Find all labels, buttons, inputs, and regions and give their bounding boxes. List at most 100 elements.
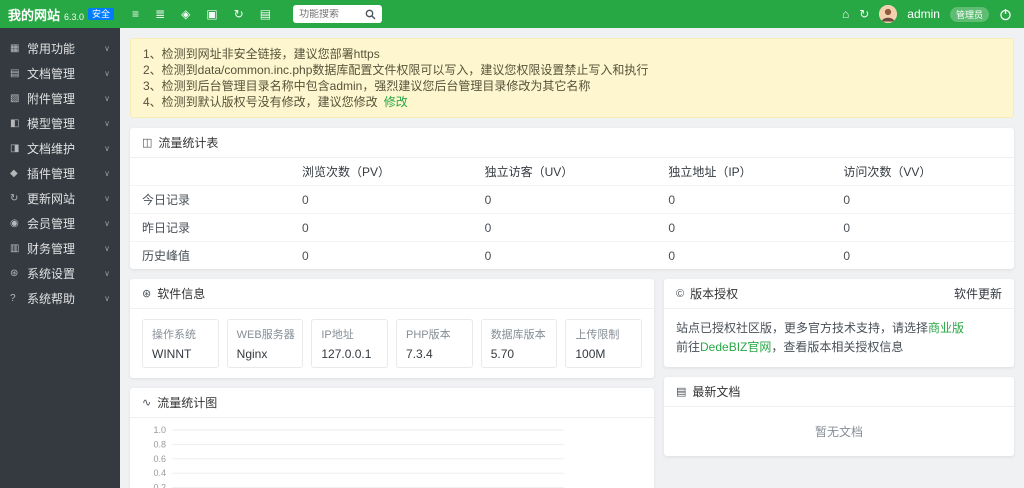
safe-badge[interactable]: 安全 xyxy=(88,8,114,21)
table-row: 今日记录0000 xyxy=(130,186,1014,214)
dedebiz-site-link[interactable]: DedeBIZ官网 xyxy=(700,340,771,354)
info-label: 上传限制 xyxy=(575,326,632,342)
help-icon: ? xyxy=(10,293,27,304)
latest-docs-card: ▤ 最新文档 暂无文档 xyxy=(664,377,1014,456)
license-card: © 版本授权 软件更新 站点已授权社区版，更多官方技术支持，请选择商业版 前往D… xyxy=(664,279,1014,367)
role-badge: 管理员 xyxy=(950,7,989,22)
refresh-icon[interactable]: ↻ xyxy=(234,7,244,21)
svg-text:0.8: 0.8 xyxy=(153,439,166,449)
docs-list-icon: ▤ xyxy=(676,385,686,398)
cell-value: 0 xyxy=(656,186,831,214)
sidebar-item-8[interactable]: ◉会员管理∨ xyxy=(0,211,120,236)
sidebar-item-3[interactable]: ▧附件管理∨ xyxy=(0,86,120,111)
traffic-chart: 1.00.80.60.40.20-0.2-0.4-0.6-0.8-1.0PVUV… xyxy=(136,422,646,488)
software-info-grid: 操作系统WINNTWEB服务器NginxIP地址127.0.0.1PHP版本7.… xyxy=(130,309,654,378)
chevron-down-icon: ∨ xyxy=(104,169,110,178)
cell-value: 0 xyxy=(473,186,657,214)
traffic-table-card: ◫ 流量统计表 浏览次数（PV）独立访客（UV）独立地址（IP）访问次数（VV）… xyxy=(130,128,1014,269)
column-header: 独立地址（IP） xyxy=(656,158,831,186)
info-value: Nginx xyxy=(237,347,294,361)
cell-value: 0 xyxy=(473,242,657,270)
cell-value: 0 xyxy=(290,186,473,214)
card-title: 版本授权 xyxy=(690,285,738,302)
topbar-left-icons: ≡ ≣ ◈ ▣ ↻ ▤ xyxy=(120,7,283,21)
software-info-item: 数据库版本5.70 xyxy=(481,319,558,368)
software-info-header: ⊛ 软件信息 xyxy=(130,279,654,309)
table-row: 昨日记录0000 xyxy=(130,214,1014,242)
brand[interactable]: 我的网站 6.3.0 安全 xyxy=(0,5,120,24)
chevron-down-icon: ∨ xyxy=(104,94,110,103)
table-row: 历史峰值0000 xyxy=(130,242,1014,270)
info-value: 127.0.0.1 xyxy=(321,347,378,361)
text: 前往 xyxy=(676,340,700,354)
sidebar-item-5[interactable]: ◨文档维护∨ xyxy=(0,136,120,161)
license-body: 站点已授权社区版，更多官方技术支持，请选择商业版 前往DedeBIZ官网，查看版… xyxy=(664,309,1014,367)
sidebar-item-label: 系统帮助 xyxy=(27,290,104,307)
maintain-icon: ◨ xyxy=(10,143,27,154)
latest-docs-header: ▤ 最新文档 xyxy=(664,377,1014,407)
sidebar-item-4[interactable]: ◧模型管理∨ xyxy=(0,111,120,136)
license-title-group: © 版本授权 xyxy=(676,285,738,302)
sidebar-item-2[interactable]: ▤文档管理∨ xyxy=(0,61,120,86)
text: 站点已授权社区版，更多官方技术支持，请选择 xyxy=(676,321,928,335)
right-column: © 版本授权 软件更新 站点已授权社区版，更多官方技术支持，请选择商业版 前往D… xyxy=(664,269,1014,456)
reload-icon[interactable]: ↻ xyxy=(859,7,869,21)
avatar[interactable] xyxy=(879,5,897,23)
tags-icon[interactable]: ◈ xyxy=(181,7,190,21)
home-icon[interactable]: ⌂ xyxy=(842,7,849,21)
attachment-icon: ▧ xyxy=(10,93,27,104)
alert-line: 2、检测到data/common.inc.php数据库配置文件权限可以写入，建议… xyxy=(143,62,1001,78)
column-header: 浏览次数（PV） xyxy=(290,158,473,186)
menu-icon[interactable]: ≡ xyxy=(132,7,139,21)
svg-text:0.2: 0.2 xyxy=(153,483,166,488)
column-header: 访问次数（VV） xyxy=(831,158,1014,186)
model-icon: ◧ xyxy=(10,118,27,129)
left-column: ⊛ 软件信息 操作系统WINNTWEB服务器NginxIP地址127.0.0.1… xyxy=(130,269,654,488)
software-update-link[interactable]: 软件更新 xyxy=(954,285,1002,302)
software-info-item: WEB服务器Nginx xyxy=(227,319,304,368)
traffic-chart-card: ∿ 流量统计图 1.00.80.60.40.20-0.2-0.4-0.6-0.8… xyxy=(130,388,654,488)
commercial-version-link[interactable]: 商业版 xyxy=(928,321,964,335)
traffic-table-body: 今日记录0000昨日记录0000历史峰值0000 xyxy=(130,186,1014,270)
sidebar-item-7[interactable]: ↻更新网站∨ xyxy=(0,186,120,211)
module-icon[interactable]: ▤ xyxy=(260,7,271,21)
search-box[interactable] xyxy=(293,5,382,23)
software-info-item: IP地址127.0.0.1 xyxy=(311,319,388,368)
power-icon[interactable] xyxy=(999,8,1012,21)
doc-icon: ▤ xyxy=(10,68,27,79)
text: ，查看版本相关授权信息 xyxy=(771,340,903,354)
chevron-down-icon: ∨ xyxy=(104,294,110,303)
cell-value: 0 xyxy=(290,242,473,270)
chevron-down-icon: ∨ xyxy=(104,69,110,78)
traffic-table-head: 浏览次数（PV）独立访客（UV）独立地址（IP）访问次数（VV） xyxy=(130,158,1014,186)
cell-value: 0 xyxy=(831,214,1014,242)
fix-link[interactable]: 修改 xyxy=(384,95,408,109)
username[interactable]: admin xyxy=(907,7,940,21)
list-icon[interactable]: ≣ xyxy=(155,7,165,21)
sidebar-item-label: 文档管理 xyxy=(27,65,104,82)
folder-icon[interactable]: ▣ xyxy=(206,7,217,21)
sidebar-item-6[interactable]: ◆插件管理∨ xyxy=(0,161,120,186)
sidebar-item-label: 附件管理 xyxy=(27,90,104,107)
traffic-table-header: ◫ 流量统计表 xyxy=(130,128,1014,158)
column-header: 独立访客（UV） xyxy=(473,158,657,186)
sidebar-item-label: 系统设置 xyxy=(27,265,104,282)
chevron-down-icon: ∨ xyxy=(104,244,110,253)
grid-icon: ▦ xyxy=(10,43,27,54)
latest-docs-empty: 暂无文档 xyxy=(664,407,1014,456)
search-input[interactable] xyxy=(299,9,365,20)
search-icon[interactable] xyxy=(365,9,376,20)
info-value: 7.3.4 xyxy=(406,347,463,361)
cell-value: 0 xyxy=(831,242,1014,270)
software-info-item: 操作系统WINNT xyxy=(142,319,219,368)
sidebar-item-10[interactable]: ⊛系统设置∨ xyxy=(0,261,120,286)
sidebar-item-label: 更新网站 xyxy=(27,190,104,207)
sidebar-item-11[interactable]: ?系统帮助∨ xyxy=(0,286,120,311)
site-name: 我的网站 xyxy=(8,5,60,24)
info-value: 5.70 xyxy=(491,347,548,361)
sidebar-item-9[interactable]: ▥财务管理∨ xyxy=(0,236,120,261)
sidebar-items: ▦常用功能∨▤文档管理∨▧附件管理∨◧模型管理∨◨文档维护∨◆插件管理∨↻更新网… xyxy=(0,36,120,311)
info-value: 100M xyxy=(575,347,632,361)
sidebar-item-1[interactable]: ▦常用功能∨ xyxy=(0,36,120,61)
member-icon: ◉ xyxy=(10,218,27,229)
